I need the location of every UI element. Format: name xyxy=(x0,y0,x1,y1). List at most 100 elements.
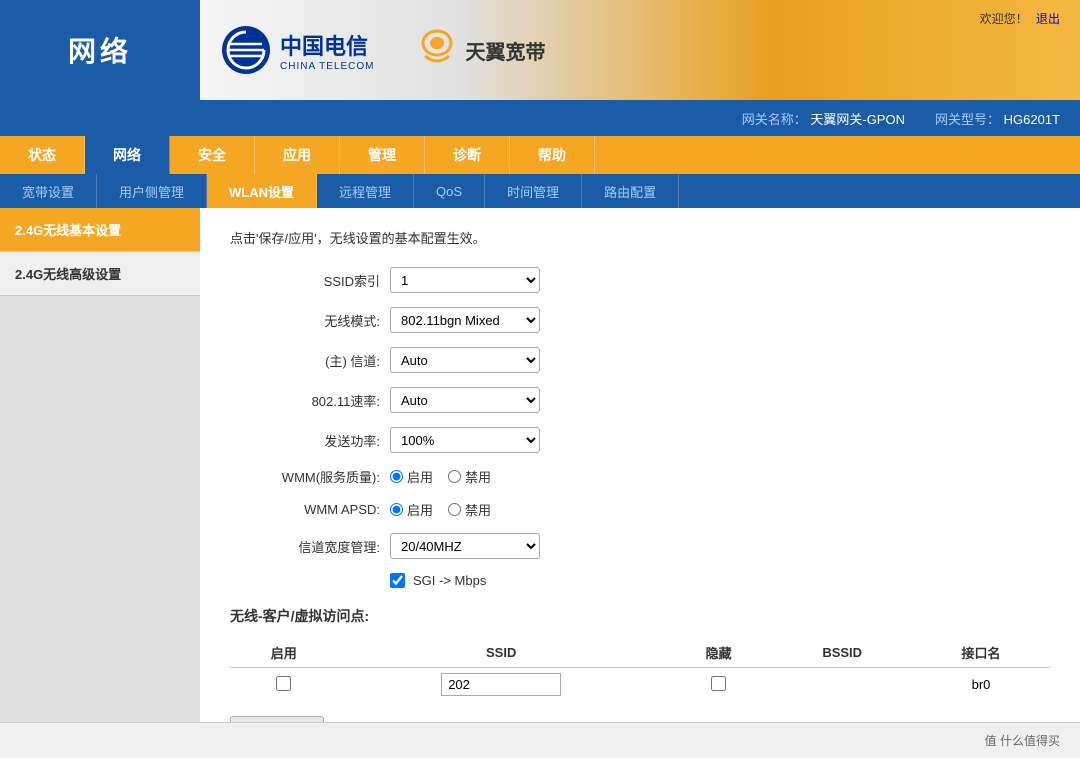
gateway-type-value: HG6201T xyxy=(1004,112,1060,127)
wireless-mode-label: 无线模式: xyxy=(230,311,390,330)
row-bssid-cell xyxy=(772,668,912,702)
wmm-apsd-enable-radio[interactable] xyxy=(390,503,403,516)
bottom-logo: 值 什么值得买 xyxy=(985,732,1060,749)
subnav-broadband[interactable]: 宽带设置 xyxy=(0,174,97,208)
logout-link[interactable]: 退出 xyxy=(1036,12,1060,26)
subnav-qos[interactable]: QoS xyxy=(414,174,485,208)
wmm-disable-radio[interactable] xyxy=(448,470,461,483)
main-layout: 2.4G无线基本设置 2.4G无线高级设置 点击'保存/应用'，无线设置的基本配… xyxy=(0,208,1080,722)
subnav-routing[interactable]: 路由配置 xyxy=(582,174,679,208)
channel-select[interactable]: Auto 123 456 xyxy=(390,347,540,373)
sidebar-item-advanced[interactable]: 2.4G无线高级设置 xyxy=(0,252,200,296)
row-hidden-checkbox[interactable] xyxy=(711,676,726,691)
wmm-apsd-enable-text: 启用 xyxy=(407,500,433,519)
row-interface-value: br0 xyxy=(972,677,991,692)
wireless-mode-row: 无线模式: 802.11bgn Mixed 802.11b 802.11g 80… xyxy=(230,307,1050,333)
ssid-index-row: SSID索引 1 2 3 4 xyxy=(230,267,1050,293)
page-title: 网络 xyxy=(68,30,132,70)
page-title-area: 网络 xyxy=(0,0,200,100)
col-bssid: BSSID xyxy=(772,638,912,668)
col-interface: 接口名 xyxy=(912,638,1050,668)
wmm-apsd-disable-label[interactable]: 禁用 xyxy=(448,500,491,519)
row-hidden-cell xyxy=(665,668,773,702)
sidebar: 2.4G无线基本设置 2.4G无线高级设置 xyxy=(0,208,200,722)
row-enabled-cell xyxy=(230,668,338,702)
sgi-label[interactable]: SGI -> Mbps xyxy=(390,573,486,588)
wlan-section-title: 无线-客户/虚拟访问点: xyxy=(230,606,1050,626)
nav-item-network[interactable]: 网络 xyxy=(85,136,170,174)
tianyi-text: 天翼宽带 xyxy=(466,36,546,65)
subnav-time[interactable]: 时间管理 xyxy=(485,174,582,208)
welcome-text: 欢迎您！ xyxy=(980,12,1028,26)
wmm-apsd-control: 启用 禁用 xyxy=(390,500,491,519)
sgi-checkbox[interactable] xyxy=(390,573,405,588)
power-row: 发送功率: 100% 75% 50% 25% xyxy=(230,427,1050,453)
ct-chinese: 中国电信 xyxy=(280,29,375,61)
gateway-name-label: 网关名称： xyxy=(742,112,807,127)
save-button[interactable]: 保存/应用 xyxy=(230,716,324,722)
wireless-mode-control: 802.11bgn Mixed 802.11b 802.11g 802.11n xyxy=(390,307,540,333)
wmm-apsd-row: WMM APSD: 启用 禁用 xyxy=(230,500,1050,519)
table-header-row: 启用 SSID 隐藏 BSSID 接口名 xyxy=(230,638,1050,668)
power-select[interactable]: 100% 75% 50% 25% xyxy=(390,427,540,453)
col-enabled: 启用 xyxy=(230,638,338,668)
ct-icon xyxy=(220,24,272,76)
subnav-remote[interactable]: 远程管理 xyxy=(317,174,414,208)
rate-select[interactable]: Auto xyxy=(390,387,540,413)
wmm-enable-label[interactable]: 启用 xyxy=(390,467,433,486)
tianyi-icon xyxy=(415,28,460,73)
col-hidden: 隐藏 xyxy=(665,638,773,668)
row-interface-cell: br0 xyxy=(912,668,1050,702)
wmm-disable-text: 禁用 xyxy=(465,467,491,486)
subnav-user-mgmt[interactable]: 用户侧管理 xyxy=(97,174,207,208)
header: 网络 中国电信 CHINA TELECOM xyxy=(0,0,1080,100)
gateway-type-section: 网关型号： HG6201T xyxy=(935,109,1060,128)
rate-label: 802.11速率: xyxy=(230,391,390,410)
china-telecom-logo: 中国电信 CHINA TELECOM xyxy=(220,24,375,76)
main-content: 点击'保存/应用'，无线设置的基本配置生效。 SSID索引 1 2 3 4 无线… xyxy=(200,208,1080,722)
nav-item-diag[interactable]: 诊断 xyxy=(425,136,510,174)
row-ssid-cell xyxy=(338,668,665,702)
wmm-enable-radio[interactable] xyxy=(390,470,403,483)
bandwidth-control: 20/40MHZ 20MHZ 40MHZ xyxy=(390,533,540,559)
sub-nav: 宽带设置 用户侧管理 WLAN设置 远程管理 QoS 时间管理 路由配置 xyxy=(0,174,1080,208)
rate-control: Auto xyxy=(390,387,540,413)
nav-item-status[interactable]: 状态 xyxy=(0,136,85,174)
row-enabled-checkbox[interactable] xyxy=(276,676,291,691)
bandwidth-row: 信道宽度管理: 20/40MHZ 20MHZ 40MHZ xyxy=(230,533,1050,559)
sidebar-item-basic[interactable]: 2.4G无线基本设置 xyxy=(0,208,200,252)
wireless-mode-select[interactable]: 802.11bgn Mixed 802.11b 802.11g 802.11n xyxy=(390,307,540,333)
bandwidth-select[interactable]: 20/40MHZ 20MHZ 40MHZ xyxy=(390,533,540,559)
logo-area: 中国电信 CHINA TELECOM 天翼宽带 xyxy=(220,24,546,76)
nav-item-apps[interactable]: 应用 xyxy=(255,136,340,174)
wmm-apsd-disable-text: 禁用 xyxy=(465,500,491,519)
wmm-control: 启用 禁用 xyxy=(390,467,491,486)
ssid-index-control: 1 2 3 4 xyxy=(390,267,540,293)
wmm-apsd-disable-radio[interactable] xyxy=(448,503,461,516)
bottom-logo-text: 值 什么值得买 xyxy=(985,732,1060,749)
gateway-type-label: 网关型号： xyxy=(935,112,1000,127)
wmm-disable-label[interactable]: 禁用 xyxy=(448,467,491,486)
wlan-table: 启用 SSID 隐藏 BSSID 接口名 xyxy=(230,638,1050,701)
main-nav: 状态 网络 安全 应用 管理 诊断 帮助 xyxy=(0,136,1080,174)
power-label: 发送功率: xyxy=(230,431,390,450)
hint-text: 点击'保存/应用'，无线设置的基本配置生效。 xyxy=(230,228,1050,247)
subnav-wlan[interactable]: WLAN设置 xyxy=(207,174,317,208)
ssid-input[interactable] xyxy=(441,673,561,696)
channel-row: (主) 信道: Auto 123 456 xyxy=(230,347,1050,373)
ct-text: 中国电信 CHINA TELECOM xyxy=(280,29,375,72)
bandwidth-label: 信道宽度管理: xyxy=(230,537,390,556)
gateway-name-section: 网关名称： 天翼网关-GPON xyxy=(742,109,905,128)
nav-item-security[interactable]: 安全 xyxy=(170,136,255,174)
tianyi-logo: 天翼宽带 xyxy=(415,28,546,73)
wmm-apsd-enable-label[interactable]: 启用 xyxy=(390,500,433,519)
wmm-row: WMM(服务质量): 启用 禁用 xyxy=(230,467,1050,486)
ssid-index-label: SSID索引 xyxy=(230,271,390,290)
header-right: 欢迎您！ 退出 xyxy=(980,10,1060,27)
nav-item-admin[interactable]: 管理 xyxy=(340,136,425,174)
wmm-enable-text: 启用 xyxy=(407,467,433,486)
wmm-label: WMM(服务质量): xyxy=(230,467,390,486)
nav-item-help[interactable]: 帮助 xyxy=(510,136,595,174)
channel-control: Auto 123 456 xyxy=(390,347,540,373)
ssid-index-select[interactable]: 1 2 3 4 xyxy=(390,267,540,293)
